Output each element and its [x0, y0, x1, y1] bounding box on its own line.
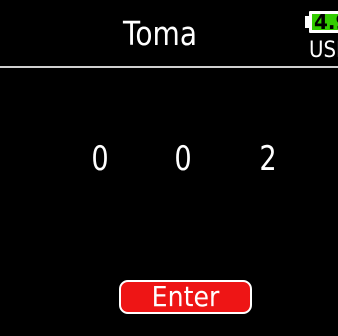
title-bar: Toma 4.9 USB	[0, 0, 338, 68]
take-digit-tens[interactable]: 0	[171, 135, 195, 183]
device-screen: Toma 4.9 USB 0 0 2 Enter	[0, 0, 338, 336]
take-number-editor: 0 0 2	[0, 135, 338, 185]
title-divider	[0, 66, 338, 68]
take-digit-ones[interactable]: 2	[256, 135, 280, 183]
power-source-label: USB	[309, 38, 338, 63]
enter-button[interactable]: Enter	[119, 280, 252, 314]
battery-voltage: 4.9	[314, 10, 338, 34]
take-digit-hundreds[interactable]: 0	[88, 135, 112, 183]
page-title: Toma	[122, 14, 198, 53]
enter-button-label: Enter	[151, 280, 220, 313]
